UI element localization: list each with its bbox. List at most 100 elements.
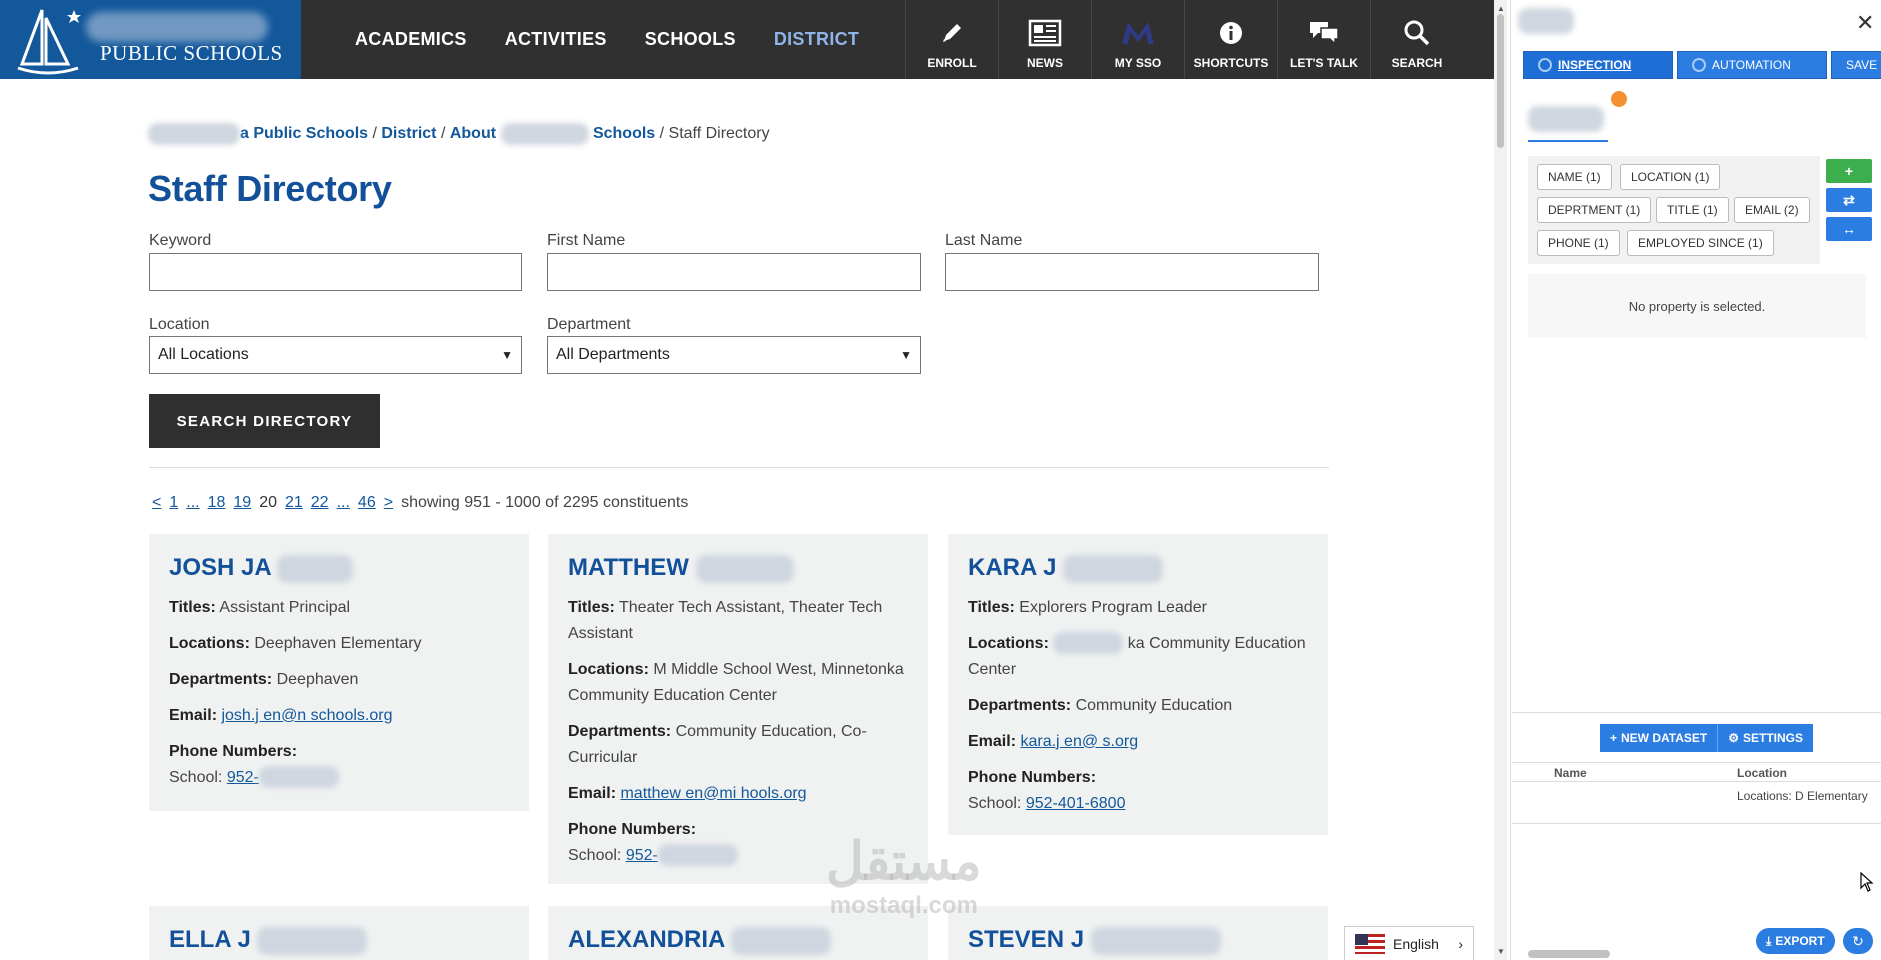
- watermark: مستقل mostaql.com: [826, 833, 982, 919]
- nav-schools[interactable]: SCHOOLS: [645, 29, 736, 50]
- status-badge: [1611, 91, 1627, 107]
- search-icon: [1404, 20, 1430, 46]
- scroll-up-icon[interactable]: ▲: [1497, 4, 1505, 13]
- property-chip-email[interactable]: EMAIL (2): [1734, 197, 1810, 223]
- pencil-icon: [943, 24, 961, 42]
- staff-email-link[interactable]: kara.j en@ s.org: [1020, 733, 1138, 750]
- search-button[interactable]: SEARCH: [1370, 0, 1463, 79]
- staff-email: Email: matthew en@mi hools.org: [568, 784, 807, 802]
- breadcrumb-about[interactable]: About Schools: [450, 123, 655, 145]
- export-button[interactable]: ⤓ EXPORT: [1756, 928, 1835, 954]
- scroll-down-icon[interactable]: ▼: [1497, 947, 1505, 956]
- gear-icon: ⚙: [1728, 731, 1739, 745]
- pager-next[interactable]: >: [384, 494, 393, 512]
- pager-page-1[interactable]: 1: [169, 494, 178, 512]
- refresh-button[interactable]: ↻: [1843, 928, 1873, 954]
- sailboat-logo-icon: [17, 9, 81, 75]
- location-label: Location: [149, 316, 210, 333]
- tab-inspection[interactable]: INSPECTION: [1523, 51, 1673, 79]
- close-icon[interactable]: ✕: [1856, 10, 1874, 36]
- divider: [1512, 712, 1881, 713]
- pager-ellipsis[interactable]: ...: [186, 494, 199, 512]
- department-select-value: All Departments: [556, 346, 670, 363]
- staff-department: Departments: Community Education, Co-Cur…: [568, 722, 867, 766]
- pager-page-21[interactable]: 21: [285, 494, 303, 512]
- mouse-cursor-icon: [1860, 872, 1874, 892]
- property-chip-phone[interactable]: PHONE (1): [1537, 230, 1620, 256]
- scrollbar-thumb[interactable]: [1497, 14, 1504, 148]
- site-logo[interactable]: PUBLIC SCHOOLS: [0, 0, 301, 79]
- location-select[interactable]: All Locations ▼: [149, 336, 522, 374]
- refresh-icon: ↻: [1852, 932, 1864, 949]
- dataset-tab[interactable]: [1528, 102, 1608, 142]
- last-name-input[interactable]: [945, 253, 1319, 291]
- panel-tabs: INSPECTION AUTOMATION SAVE: [1523, 51, 1881, 79]
- property-chip-employed-since[interactable]: EMPLOYED SINCE (1): [1627, 230, 1774, 256]
- search-label: SEARCH: [1391, 56, 1443, 70]
- department-label: Department: [547, 316, 631, 333]
- tab-automation[interactable]: AUTOMATION: [1677, 51, 1827, 79]
- staff-email-link[interactable]: josh.j en@n schools.org: [221, 707, 392, 724]
- dataset-actions: + NEW DATASET ⚙ SETTINGS: [1600, 724, 1814, 752]
- pager-ellipsis[interactable]: ...: [337, 494, 350, 512]
- expand-button[interactable]: ↔: [1826, 217, 1872, 241]
- staff-phone-link[interactable]: 952-401-6800: [1026, 795, 1126, 812]
- shortcuts-button[interactable]: SHORTCUTS: [1184, 0, 1277, 79]
- settings-button[interactable]: ⚙ SETTINGS: [1717, 724, 1814, 752]
- scrollbar-thumb[interactable]: [1528, 950, 1610, 958]
- property-chip-title[interactable]: TITLE (1): [1656, 197, 1729, 223]
- enroll-button[interactable]: ENROLL: [905, 0, 998, 79]
- main-nav: ACADEMICS ACTIVITIES SCHOOLS DISTRICT: [301, 0, 897, 79]
- pager-page-46[interactable]: 46: [358, 494, 376, 512]
- lets-talk-button[interactable]: LET'S TALK: [1277, 0, 1370, 79]
- pager-prev[interactable]: <: [152, 494, 161, 512]
- add-property-button[interactable]: +: [1826, 159, 1872, 183]
- nav-district[interactable]: DISTRICT: [774, 29, 859, 50]
- breadcrumb-current: Staff Directory: [668, 125, 770, 143]
- staff-location: Locations: ka Community Education Center: [968, 631, 1308, 683]
- property-chip-department[interactable]: DEPRTMENT (1): [1537, 197, 1652, 223]
- pager-page-18[interactable]: 18: [208, 494, 226, 512]
- location-select-value: All Locations: [158, 346, 249, 363]
- nav-activities[interactable]: ACTIVITIES: [505, 29, 607, 50]
- staff-email: Email: kara.j en@ s.org: [968, 732, 1139, 750]
- swap-button[interactable]: ⇄: [1826, 188, 1872, 212]
- staff-name: ELLA J: [169, 926, 509, 955]
- first-name-input[interactable]: [547, 253, 921, 291]
- save-button[interactable]: SAVE: [1831, 51, 1881, 79]
- staff-email-link[interactable]: matthew en@mi hools.org: [620, 785, 806, 802]
- keyword-input[interactable]: [149, 253, 522, 291]
- property-chip-location[interactable]: LOCATION (1): [1620, 164, 1721, 190]
- breadcrumb-district[interactable]: District: [381, 125, 436, 142]
- language-selector[interactable]: English ›: [1344, 926, 1474, 960]
- download-icon: ⤓: [1766, 933, 1772, 948]
- page-scrollbar[interactable]: ▲ ▼: [1494, 0, 1507, 960]
- news-button[interactable]: NEWS: [998, 0, 1091, 79]
- staff-location: Locations: M Middle School West, Minneto…: [568, 660, 904, 704]
- staff-phone-link[interactable]: 952-: [227, 769, 259, 786]
- radio-icon: [1692, 58, 1706, 72]
- redacted-district-name: [86, 12, 268, 42]
- radio-icon: [1538, 58, 1552, 72]
- pager-page-22[interactable]: 22: [311, 494, 329, 512]
- staff-name: JOSH JA: [169, 554, 509, 583]
- staff-card: KARA J Titles: Explorers Program Leader …: [948, 534, 1328, 835]
- my-sso-button[interactable]: MY SSO: [1091, 0, 1184, 79]
- pager-page-19[interactable]: 19: [233, 494, 251, 512]
- row-location-cell: Locations: D Elementary: [1737, 789, 1868, 803]
- staff-name: ALEXANDRIA: [568, 926, 908, 955]
- pager-summary: showing 951 - 1000 of 2295 constituents: [401, 494, 689, 511]
- breadcrumb-home[interactable]: a Public Schools: [148, 123, 368, 145]
- department-select[interactable]: All Departments ▼: [547, 336, 921, 374]
- column-name: Name: [1554, 766, 1587, 780]
- search-directory-button[interactable]: SEARCH DIRECTORY: [149, 394, 380, 448]
- utility-nav: ENROLL NEWS MY SSO SHORTCUTS LET'S TALK: [905, 0, 1463, 79]
- staff-department: Departments: Community Education: [968, 696, 1233, 714]
- staff-phone-link[interactable]: 952-: [626, 847, 658, 864]
- property-chip-name[interactable]: NAME (1): [1537, 164, 1612, 190]
- newspaper-icon: [1028, 19, 1062, 47]
- chat-icon: [1310, 22, 1339, 46]
- table-row[interactable]: Locations: D Elementary: [1512, 782, 1881, 824]
- nav-academics[interactable]: ACADEMICS: [355, 29, 467, 50]
- new-dataset-button[interactable]: + NEW DATASET: [1600, 724, 1718, 752]
